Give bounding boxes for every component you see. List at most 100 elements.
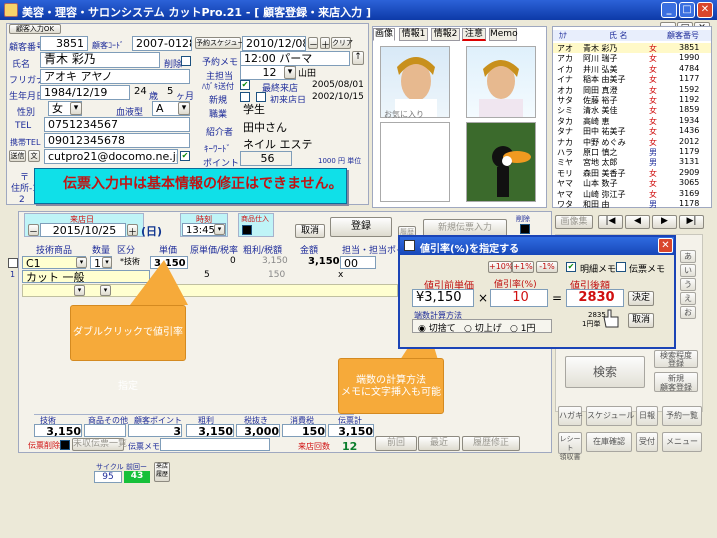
tab-info2[interactable]: 情報2: [431, 28, 460, 41]
shop-checkbox[interactable]: [242, 225, 252, 235]
tab-image[interactable]: 画像: [373, 28, 395, 41]
job-field[interactable]: 学生: [240, 103, 364, 118]
memo-up-icon[interactable]: ↑: [352, 51, 364, 65]
tab-info1[interactable]: 情報1: [399, 28, 428, 41]
new-checkbox[interactable]: [240, 92, 250, 102]
minus1-button[interactable]: -1%: [536, 261, 558, 273]
slip-memo-field[interactable]: [160, 438, 270, 451]
customer-list-row[interactable]: ナカ 中野 めぐみ 女 2012: [553, 137, 711, 147]
daily-report-button[interactable]: 日報: [636, 406, 658, 426]
customer-id-field[interactable]: 3851: [40, 36, 88, 51]
stock-check-button[interactable]: 在庫確認: [586, 432, 632, 452]
visit-date-field[interactable]: 2015/10/25: [40, 223, 126, 237]
customer-list-row[interactable]: ワタ 和田 由 男 1178: [553, 199, 711, 209]
customer-list-row[interactable]: オカ 岡田 真澄 女 1592: [553, 85, 711, 95]
customer-photo-2[interactable]: [466, 46, 536, 118]
mail-text-button[interactable]: 文: [28, 150, 40, 162]
detail-search-button[interactable]: 検索程度 登録: [654, 350, 698, 368]
schedule-clear-button[interactable]: クリア: [331, 37, 353, 49]
customer-list-row[interactable]: ミヤ 宮地 太郎 男 3131: [553, 157, 711, 167]
receipt-button[interactable]: レシート 領収書: [558, 432, 582, 461]
customer-list-row[interactable]: ハラ 原口 慎之 男 1179: [553, 147, 711, 157]
blood-dropdown-icon[interactable]: ▾: [178, 102, 190, 115]
postcard-button[interactable]: ハガキ: [558, 406, 583, 426]
memo-field[interactable]: 12:00 パーマ: [240, 51, 350, 66]
prev-visit-button[interactable]: 前回: [375, 436, 417, 451]
mail-send-button[interactable]: 送信: [9, 150, 26, 162]
kana-field[interactable]: アオキ アヤノ: [40, 69, 190, 84]
close-button[interactable]: ✕: [697, 2, 713, 18]
new-customer-button[interactable]: 新規 顧客登録: [654, 372, 698, 392]
delete-checkbox[interactable]: [181, 56, 191, 66]
tab-caution[interactable]: 注意: [462, 28, 486, 41]
birth-field[interactable]: 1984/12/19: [40, 85, 130, 100]
dm-checkbox[interactable]: ✔: [240, 80, 250, 90]
customer-list-row[interactable]: アオ 青木 彩乃 女 3851: [553, 43, 711, 53]
reservation-list-button[interactable]: 予約一覧: [662, 406, 702, 426]
unreceived-slips-button[interactable]: 未収伝票一覧: [72, 438, 127, 451]
customer-list-row[interactable]: イカ 井川 弘美 女 4784: [553, 64, 711, 74]
customer-list-row[interactable]: アカ 阿川 瑞子 女 1990: [553, 53, 711, 63]
rate-field[interactable]: 10: [490, 289, 548, 307]
schedule-button[interactable]: スケジュール: [586, 406, 634, 426]
image-collection-button[interactable]: 画像集: [555, 215, 593, 229]
round-one-yen-option[interactable]: ○ 1円: [510, 321, 535, 334]
referrer-field[interactable]: 田中さん: [240, 121, 364, 136]
customer-list-row[interactable]: タカ 高崎 恵 女 1934: [553, 116, 711, 126]
round-down-option[interactable]: ◉ 切捨て: [418, 321, 456, 334]
row1-staff[interactable]: 00: [340, 256, 376, 269]
stylist-dropdown-icon[interactable]: ▾: [284, 66, 296, 79]
search-button[interactable]: 検索: [565, 356, 645, 388]
kana-key-button[interactable]: い: [680, 264, 696, 277]
customer-ok-badge[interactable]: 顧客入力OK: [9, 24, 61, 34]
menu-button[interactable]: メニュー: [662, 432, 702, 452]
recent-visit-button[interactable]: 最近: [418, 436, 460, 451]
dialog-close-button[interactable]: ✕: [658, 238, 673, 253]
schedule-minus-button[interactable]: －: [308, 37, 318, 51]
tel-field[interactable]: 0751234567: [44, 117, 190, 132]
kana-key-button[interactable]: え: [680, 292, 696, 305]
sales-register-button[interactable]: 登録: [330, 217, 392, 237]
kana-key-button[interactable]: う: [680, 278, 696, 291]
kana-key-button[interactable]: あ: [680, 250, 696, 263]
dialog-cancel-button[interactable]: 取消: [628, 313, 654, 328]
after-price-field[interactable]: 2830: [566, 289, 624, 307]
point-field[interactable]: 56: [240, 151, 292, 166]
tab-memo[interactable]: Memo: [489, 28, 518, 41]
customer-list-row[interactable]: イナ 稲本 由美子 女 1177: [553, 74, 711, 84]
customer-list-row[interactable]: サタ 佐藤 裕子 女 1192: [553, 95, 711, 105]
sales-cancel-button[interactable]: 取消: [295, 224, 325, 238]
photo-slot-empty[interactable]: [380, 122, 450, 202]
email-field[interactable]: cutpro21@docomo.ne.jp: [44, 149, 178, 164]
customer-list-row[interactable]: モリ 森田 美香子 女 2909: [553, 168, 711, 178]
nav-next-button[interactable]: ▶: [652, 215, 677, 229]
time-dropdown-icon[interactable]: ▾: [214, 224, 225, 235]
name-field[interactable]: 青木 彩乃: [40, 52, 160, 68]
nav-prev-button[interactable]: ◀: [625, 215, 650, 229]
customer-list-row[interactable]: ヤマ 山本 数子 女 3065: [553, 178, 711, 188]
nav-last-button[interactable]: ▶|: [679, 215, 704, 229]
row-selector[interactable]: [8, 258, 18, 268]
toucan-photo[interactable]: [466, 122, 536, 202]
customer-list-row[interactable]: ヤマ 山崎 弥江子 女 3169: [553, 189, 711, 199]
history-edit-button[interactable]: 履歴修正: [462, 436, 520, 451]
customer-photo-1[interactable]: [380, 46, 450, 118]
schedule-label-button[interactable]: 予約スケジュール: [195, 37, 252, 49]
round-up-option[interactable]: ○ 切上げ: [464, 321, 502, 334]
plus1-button[interactable]: +1%: [512, 261, 534, 273]
customer-list-row[interactable]: シミ 清水 美佳 女 1859: [553, 105, 711, 115]
detail-memo-checkbox[interactable]: ✔: [566, 262, 576, 272]
first-visit-checkbox[interactable]: [256, 92, 266, 102]
slip-delete-bottom-checkbox[interactable]: [60, 440, 70, 450]
visit-history-button[interactable]: 来店 履歴: [154, 462, 170, 482]
visit-next-button[interactable]: ＋: [127, 224, 138, 238]
customer-list-row[interactable]: タナ 田中 祐美子 女 1436: [553, 126, 711, 136]
before-price-field[interactable]: ¥3,150: [412, 289, 474, 307]
minimize-button[interactable]: _: [661, 2, 677, 18]
schedule-plus-button[interactable]: ＋: [320, 37, 330, 51]
plus10-button[interactable]: +10%: [488, 261, 513, 273]
maximize-button[interactable]: □: [679, 2, 695, 18]
schedule-date-field[interactable]: 2010/12/08: [242, 36, 306, 51]
reception-button[interactable]: 受付: [636, 432, 658, 452]
mobile-field[interactable]: 09012345678: [44, 133, 190, 148]
